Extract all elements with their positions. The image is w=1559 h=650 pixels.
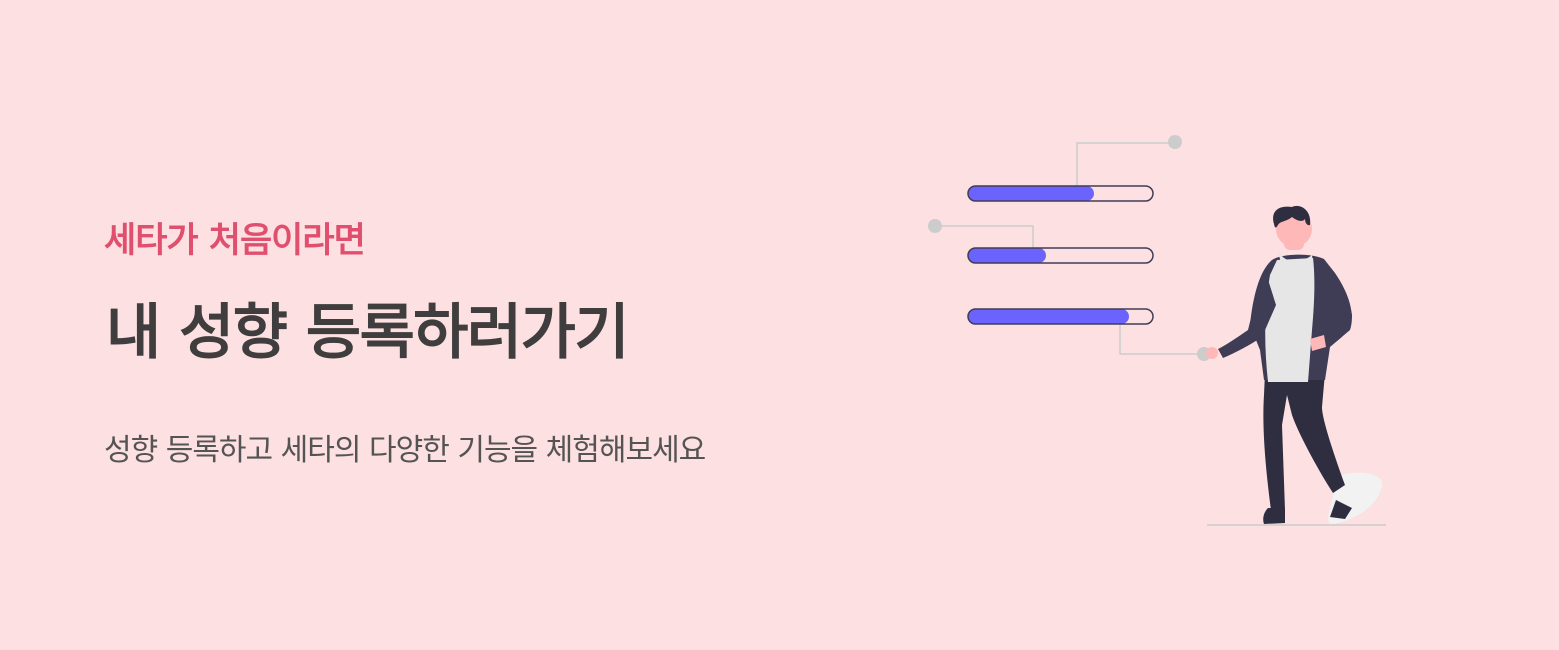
progress-bar-1 (967, 185, 1154, 202)
connector-line-top (1076, 142, 1175, 191)
progress-bar-1-fill (968, 186, 1094, 201)
pants (1263, 373, 1345, 510)
person-figure (1206, 205, 1383, 524)
connector-dot-top (1168, 135, 1182, 149)
banner-eyebrow: 세타가 처음이라면 (104, 221, 366, 261)
shoe-left (1263, 508, 1285, 524)
connector-line-bottom (1119, 321, 1204, 355)
progress-bars (967, 185, 1154, 325)
banner-subtext: 성향 등록하고 세타의 다양한 기능을 체험해보세요 (104, 433, 706, 468)
progress-bar-2 (967, 247, 1154, 264)
banner-headline: 내 성향 등록하러가기 (106, 298, 630, 368)
progress-bar-3-fill (968, 309, 1129, 324)
progress-bar-3 (967, 308, 1154, 325)
connector-dot-middle (928, 219, 942, 233)
progress-bar-2-fill (968, 248, 1046, 263)
person-with-progress-bars-illustration (920, 125, 1400, 535)
hand-left (1206, 347, 1218, 359)
register-tendency-banner[interactable]: 세타가 처음이라면 내 성향 등록하러가기 성향 등록하고 세타의 다양한 기능… (0, 0, 1559, 650)
